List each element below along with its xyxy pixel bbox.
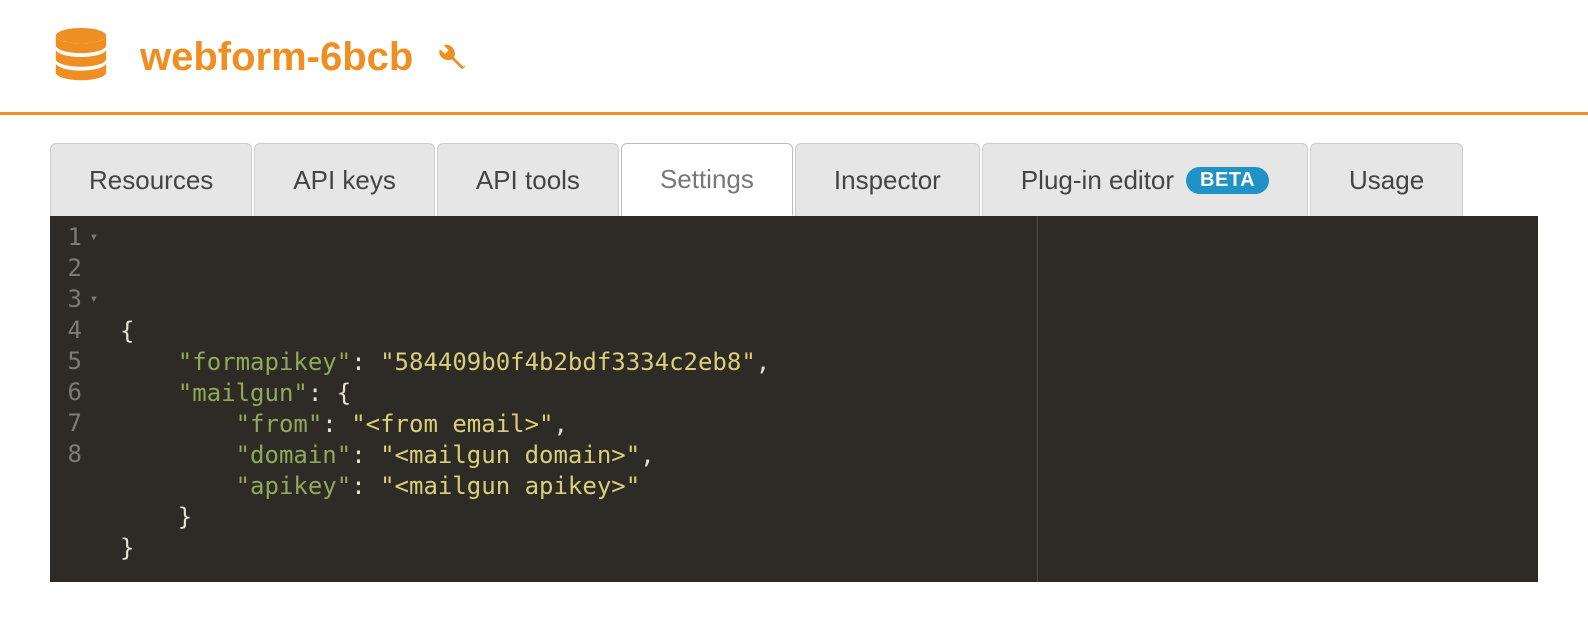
- tab-inspector[interactable]: Inspector: [795, 143, 980, 216]
- tab-bar: Resources API keys API tools Settings Inspec…: [0, 115, 1588, 216]
- tab-label: Resources: [89, 165, 213, 196]
- line-number: 5: [68, 346, 82, 377]
- gutter-line: 5: [66, 346, 98, 377]
- token-punc: {: [120, 317, 134, 345]
- token-punc: :: [322, 410, 351, 438]
- tab-api-keys[interactable]: API keys: [254, 143, 435, 216]
- token-key: "apikey": [236, 472, 352, 500]
- code-line[interactable]: }: [120, 533, 1526, 564]
- line-number: 1: [68, 222, 82, 253]
- beta-badge: BETA: [1186, 167, 1269, 194]
- token-str: "<mailgun apikey>": [380, 472, 640, 500]
- token-punc: :: [351, 472, 380, 500]
- token-punc: ,: [756, 348, 770, 376]
- line-number: 6: [68, 377, 82, 408]
- gutter-line: 4: [66, 315, 98, 346]
- token-str: "<mailgun domain>": [380, 441, 640, 469]
- editor-content[interactable]: { "formapikey": "584409b0f4b2bdf3334c2eb…: [108, 216, 1538, 582]
- token-key: "formapikey": [178, 348, 351, 376]
- code-line[interactable]: }: [120, 502, 1526, 533]
- code-line[interactable]: {: [120, 316, 1526, 347]
- code-line[interactable]: "domain": "<mailgun domain>",: [120, 440, 1526, 471]
- code-editor[interactable]: 1▾23▾45678 { "formapikey": "584409b0f4b2…: [50, 216, 1538, 582]
- fold-toggle-icon[interactable]: ▾: [88, 290, 98, 308]
- gutter-line: 8: [66, 439, 98, 470]
- tab-label: Usage: [1349, 165, 1424, 196]
- gutter-line: 1▾: [66, 222, 98, 253]
- app-name: webform-6bcb: [140, 35, 413, 80]
- tab-api-tools[interactable]: API tools: [437, 143, 619, 216]
- line-number: 8: [68, 439, 82, 470]
- database-icon: [50, 26, 112, 88]
- tab-label: API tools: [476, 165, 580, 196]
- fold-toggle-icon[interactable]: ▾: [88, 228, 98, 246]
- token-key: "mailgun": [178, 379, 308, 407]
- token-str: "<from email>": [351, 410, 553, 438]
- tab-label: Plug-in editor: [1021, 165, 1174, 196]
- page-title: webform-6bcb: [140, 35, 465, 80]
- tab-plug-in-editor[interactable]: Plug-in editor BETA: [982, 143, 1308, 216]
- token-plain: [120, 472, 236, 500]
- editor-ruler: [1037, 216, 1038, 582]
- tab-label: Settings: [660, 164, 754, 195]
- token-punc: :: [351, 441, 380, 469]
- code-line[interactable]: "mailgun": {: [120, 378, 1526, 409]
- editor-gutter: 1▾23▾45678: [50, 216, 108, 582]
- token-punc: ,: [554, 410, 568, 438]
- line-number: 2: [68, 253, 82, 284]
- token-punc: : {: [308, 379, 351, 407]
- code-line[interactable]: "apikey": "<mailgun apikey>": [120, 471, 1526, 502]
- line-number: 7: [68, 408, 82, 439]
- page-header: webform-6bcb: [0, 0, 1588, 115]
- token-punc: }: [120, 534, 134, 562]
- token-key: "domain": [236, 441, 352, 469]
- token-plain: [120, 503, 178, 531]
- tab-settings[interactable]: Settings: [621, 143, 793, 216]
- token-key: "from": [236, 410, 323, 438]
- token-plain: [120, 410, 236, 438]
- line-number: 4: [68, 315, 82, 346]
- gutter-line: 6: [66, 377, 98, 408]
- tab-label: Inspector: [834, 165, 941, 196]
- code-line[interactable]: "from": "<from email>",: [120, 409, 1526, 440]
- gutter-line: 2: [66, 253, 98, 284]
- token-punc: }: [178, 503, 192, 531]
- token-plain: [120, 441, 236, 469]
- tab-usage[interactable]: Usage: [1310, 143, 1463, 216]
- token-plain: [120, 348, 178, 376]
- token-punc: ,: [640, 441, 654, 469]
- token-punc: :: [351, 348, 380, 376]
- gutter-line: 3▾: [66, 284, 98, 315]
- wrench-icon[interactable]: [433, 41, 465, 73]
- tab-label: API keys: [293, 165, 396, 196]
- token-str: "584409b0f4b2bdf3334c2eb8": [380, 348, 756, 376]
- tab-resources[interactable]: Resources: [50, 143, 252, 216]
- gutter-line: 7: [66, 408, 98, 439]
- token-plain: [120, 379, 178, 407]
- line-number: 3: [68, 284, 82, 315]
- code-line[interactable]: "formapikey": "584409b0f4b2bdf3334c2eb8"…: [120, 347, 1526, 378]
